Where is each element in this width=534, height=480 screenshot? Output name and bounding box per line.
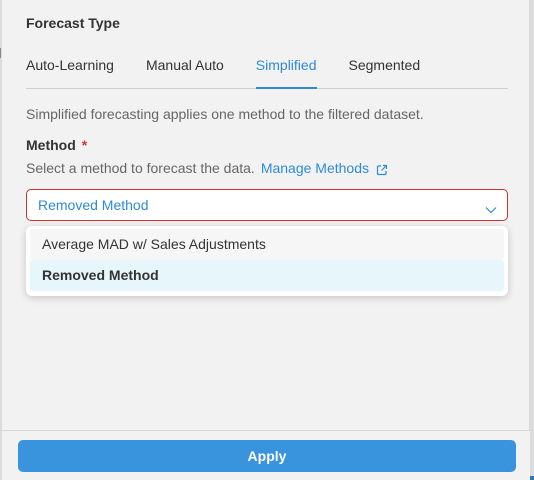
required-marker: *: [81, 137, 88, 153]
tab-simplified[interactable]: Simplified: [255, 50, 317, 89]
tab-manual-auto[interactable]: Manual Auto: [146, 50, 224, 88]
forecast-type-panel: Forecast Type Auto-Learning Manual Auto …: [2, 0, 530, 480]
method-label: Method *: [26, 137, 87, 153]
method-select[interactable]: Removed Method: [26, 189, 508, 221]
dropdown-option[interactable]: Average MAD w/ Sales Adjustments: [30, 229, 504, 260]
method-hint-text: Select a method to forecast the data.: [26, 160, 255, 176]
section-title: Forecast Type: [26, 15, 120, 31]
chevron-down-icon: [485, 201, 497, 214]
method-dropdown-menu: Average MAD w/ Sales Adjustments Removed…: [26, 226, 508, 296]
forecast-description: Simplified forecasting applies one metho…: [26, 106, 424, 122]
dropdown-option-selected[interactable]: Removed Method: [30, 260, 504, 291]
tab-segmented[interactable]: Segmented: [349, 50, 421, 88]
external-link-icon[interactable]: [376, 163, 388, 176]
background-right-strip: [530, 0, 534, 480]
method-hint: Select a method to forecast the data. Ma…: [26, 160, 388, 176]
manage-methods-link[interactable]: Manage Methods: [261, 160, 369, 176]
tab-auto-learning[interactable]: Auto-Learning: [26, 50, 114, 88]
panel-footer: Apply: [2, 430, 530, 480]
forecast-type-tabs: Auto-Learning Manual Auto Simplified Seg…: [26, 50, 508, 89]
apply-button[interactable]: Apply: [18, 440, 516, 472]
method-label-text: Method: [26, 137, 76, 153]
method-select-value: Removed Method: [38, 197, 149, 213]
